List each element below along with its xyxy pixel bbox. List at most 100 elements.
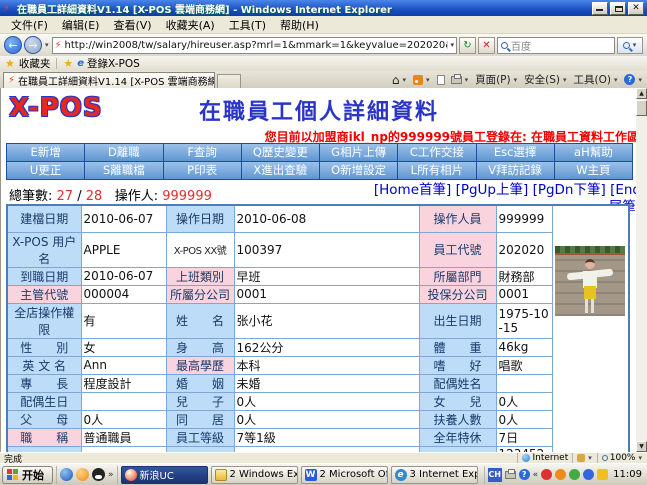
scroll-down-icon[interactable]: ▼ [636, 441, 647, 452]
field-value[interactable]: 46kg [496, 338, 552, 356]
menu-item[interactable]: 帮助(H) [273, 16, 326, 34]
minimize-button[interactable] [592, 2, 608, 15]
field-value[interactable]: 有 [81, 303, 166, 338]
language-indicator[interactable]: CH [488, 468, 502, 482]
field-value[interactable]: 000004 [81, 285, 166, 303]
restore-button[interactable] [610, 2, 626, 15]
field-value[interactable]: 女 [81, 338, 166, 356]
field-value[interactable]: 张小花 [234, 303, 419, 338]
task-button[interactable]: 2 Windows Explorer [211, 466, 298, 484]
menu-item[interactable]: 编辑(E) [55, 16, 107, 34]
favorites-button[interactable]: 收藏夹 [19, 56, 51, 71]
field-value[interactable]: 2010-06-08 [234, 205, 419, 232]
function-button[interactable]: W主頁 [555, 162, 632, 179]
menu-item[interactable]: 工具(T) [222, 16, 273, 34]
function-button[interactable]: O新增設定 [320, 162, 397, 179]
scroll-up-icon[interactable]: ▲ [636, 88, 647, 99]
favorite-item-xpos[interactable]: e 登錄X-POS [77, 56, 140, 71]
function-button[interactable]: U更正 [7, 162, 84, 179]
feeds-button[interactable]: ▾ [413, 75, 431, 85]
field-value[interactable]: 2010-06-07 [81, 267, 166, 285]
quicklaunch-overflow-icon[interactable]: » [108, 470, 114, 480]
field-value[interactable] [81, 392, 166, 410]
field-value[interactable]: 0人 [81, 410, 166, 428]
field-value[interactable]: 0人 [496, 392, 552, 410]
record-nav-link[interactable]: [PgDn下筆] [533, 182, 606, 198]
uc-quicklaunch-icon[interactable] [60, 468, 73, 481]
function-button[interactable]: S離職檔 [85, 162, 162, 179]
function-button[interactable]: V拜訪記錄 [477, 162, 554, 179]
task-button[interactable]: 新浪UC [121, 466, 208, 484]
field-value[interactable]: 999999 [496, 205, 552, 232]
function-button[interactable]: C工作交接 [398, 144, 475, 161]
field-value[interactable] [496, 374, 552, 392]
forward-button[interactable]: → [24, 36, 42, 54]
field-value[interactable]: 162公分 [234, 338, 419, 356]
task-button[interactable]: W2 Microsoft Off... [301, 466, 388, 484]
field-value[interactable]: 2010-06-07 [81, 205, 166, 232]
search-options-button[interactable]: ▾ [617, 37, 643, 54]
messenger-tray-icon[interactable] [583, 469, 594, 480]
page-menu-button[interactable]: 頁面(P)▾ [475, 72, 518, 87]
wangwang-tray-icon[interactable] [555, 469, 566, 480]
add-favorite-icon[interactable]: ★ [63, 57, 73, 70]
field-value[interactable]: 1975-10-15 [496, 303, 552, 338]
new-tab-button[interactable] [217, 74, 241, 88]
url-text[interactable]: http://win2008/tw/salary/hireuser.asp?mr… [65, 40, 448, 51]
field-value[interactable]: 0001 [496, 285, 552, 303]
search-placeholder[interactable]: 百度 [511, 38, 611, 53]
task-button[interactable]: e3 Internet Expl... [391, 466, 478, 484]
print-button[interactable]: ▾ [451, 76, 470, 84]
function-button[interactable]: Esc選擇 [477, 144, 554, 161]
field-value[interactable]: APPLE [81, 232, 166, 267]
field-value[interactable]: 100397 [234, 232, 419, 267]
search-input[interactable]: 百度 [497, 37, 615, 54]
close-button[interactable]: ✕ [628, 2, 644, 15]
home-button[interactable]: ⌂▾ [392, 73, 407, 87]
start-button[interactable]: 开始 [2, 466, 53, 484]
field-value[interactable]: 唱歌 [496, 356, 552, 374]
field-value[interactable]: 7等1級 [234, 428, 419, 446]
taskbar-clock[interactable]: 11:09 [611, 469, 642, 480]
field-value[interactable]: 0人 [234, 410, 419, 428]
field-value[interactable]: 未婚 [234, 374, 419, 392]
field-value[interactable]: 普通職員 [81, 428, 166, 446]
record-nav-link[interactable]: [PgUp上筆] [456, 182, 529, 198]
scrollbar-thumb[interactable] [636, 100, 647, 116]
url-dropdown-icon[interactable]: ▾ [447, 41, 454, 49]
wangwang-quicklaunch-icon[interactable] [76, 468, 89, 481]
field-value[interactable]: 本科 [234, 356, 419, 374]
field-value[interactable]: 0人 [496, 410, 552, 428]
function-button[interactable]: aH幫助 [555, 144, 632, 161]
printer-tray-icon[interactable] [505, 471, 516, 479]
function-button[interactable]: F查詢 [164, 144, 241, 161]
field-value[interactable]: 早班 [234, 267, 419, 285]
protected-mode-indicator[interactable]: ▾ [572, 453, 597, 463]
back-button[interactable]: ← [4, 36, 22, 54]
menu-item[interactable]: 查看(V) [106, 16, 158, 34]
field-value[interactable]: 0001 [234, 285, 419, 303]
field-value[interactable]: 7日 [496, 428, 552, 446]
help-tray-icon[interactable]: ? [519, 469, 530, 480]
security-shield-tray-icon[interactable] [597, 469, 608, 480]
history-dropdown-icon[interactable]: ▾ [44, 41, 50, 49]
function-button[interactable]: P印表 [164, 162, 241, 179]
address-bar[interactable]: ⚡ http://win2008/tw/salary/hireuser.asp?… [52, 37, 457, 54]
field-value[interactable]: 程度設計 [81, 374, 166, 392]
function-button[interactable]: E新增 [7, 144, 84, 161]
help-menu-button[interactable]: ?▾ [624, 74, 643, 85]
menu-item[interactable]: 收藏夹(A) [159, 16, 222, 34]
collapse-tray-icon[interactable]: « [533, 470, 539, 480]
qq-quicklaunch-icon[interactable] [92, 468, 105, 481]
function-button[interactable]: D離職 [85, 144, 162, 161]
employee-photo[interactable] [555, 246, 625, 316]
field-value[interactable]: 202020 [496, 232, 552, 267]
qq-tray-icon[interactable] [541, 469, 552, 480]
field-value[interactable]: Ann [81, 356, 166, 374]
tools-menu-button[interactable]: 工具(O)▾ [574, 72, 619, 87]
vertical-scrollbar[interactable]: ▲ ▼ [636, 88, 647, 452]
function-button[interactable]: L所有相片 [398, 162, 475, 179]
stop-button[interactable]: ✕ [478, 37, 495, 54]
zoom-control[interactable]: 100% ▾ [597, 453, 647, 463]
safety-menu-button[interactable]: 安全(S)▾ [524, 72, 567, 87]
